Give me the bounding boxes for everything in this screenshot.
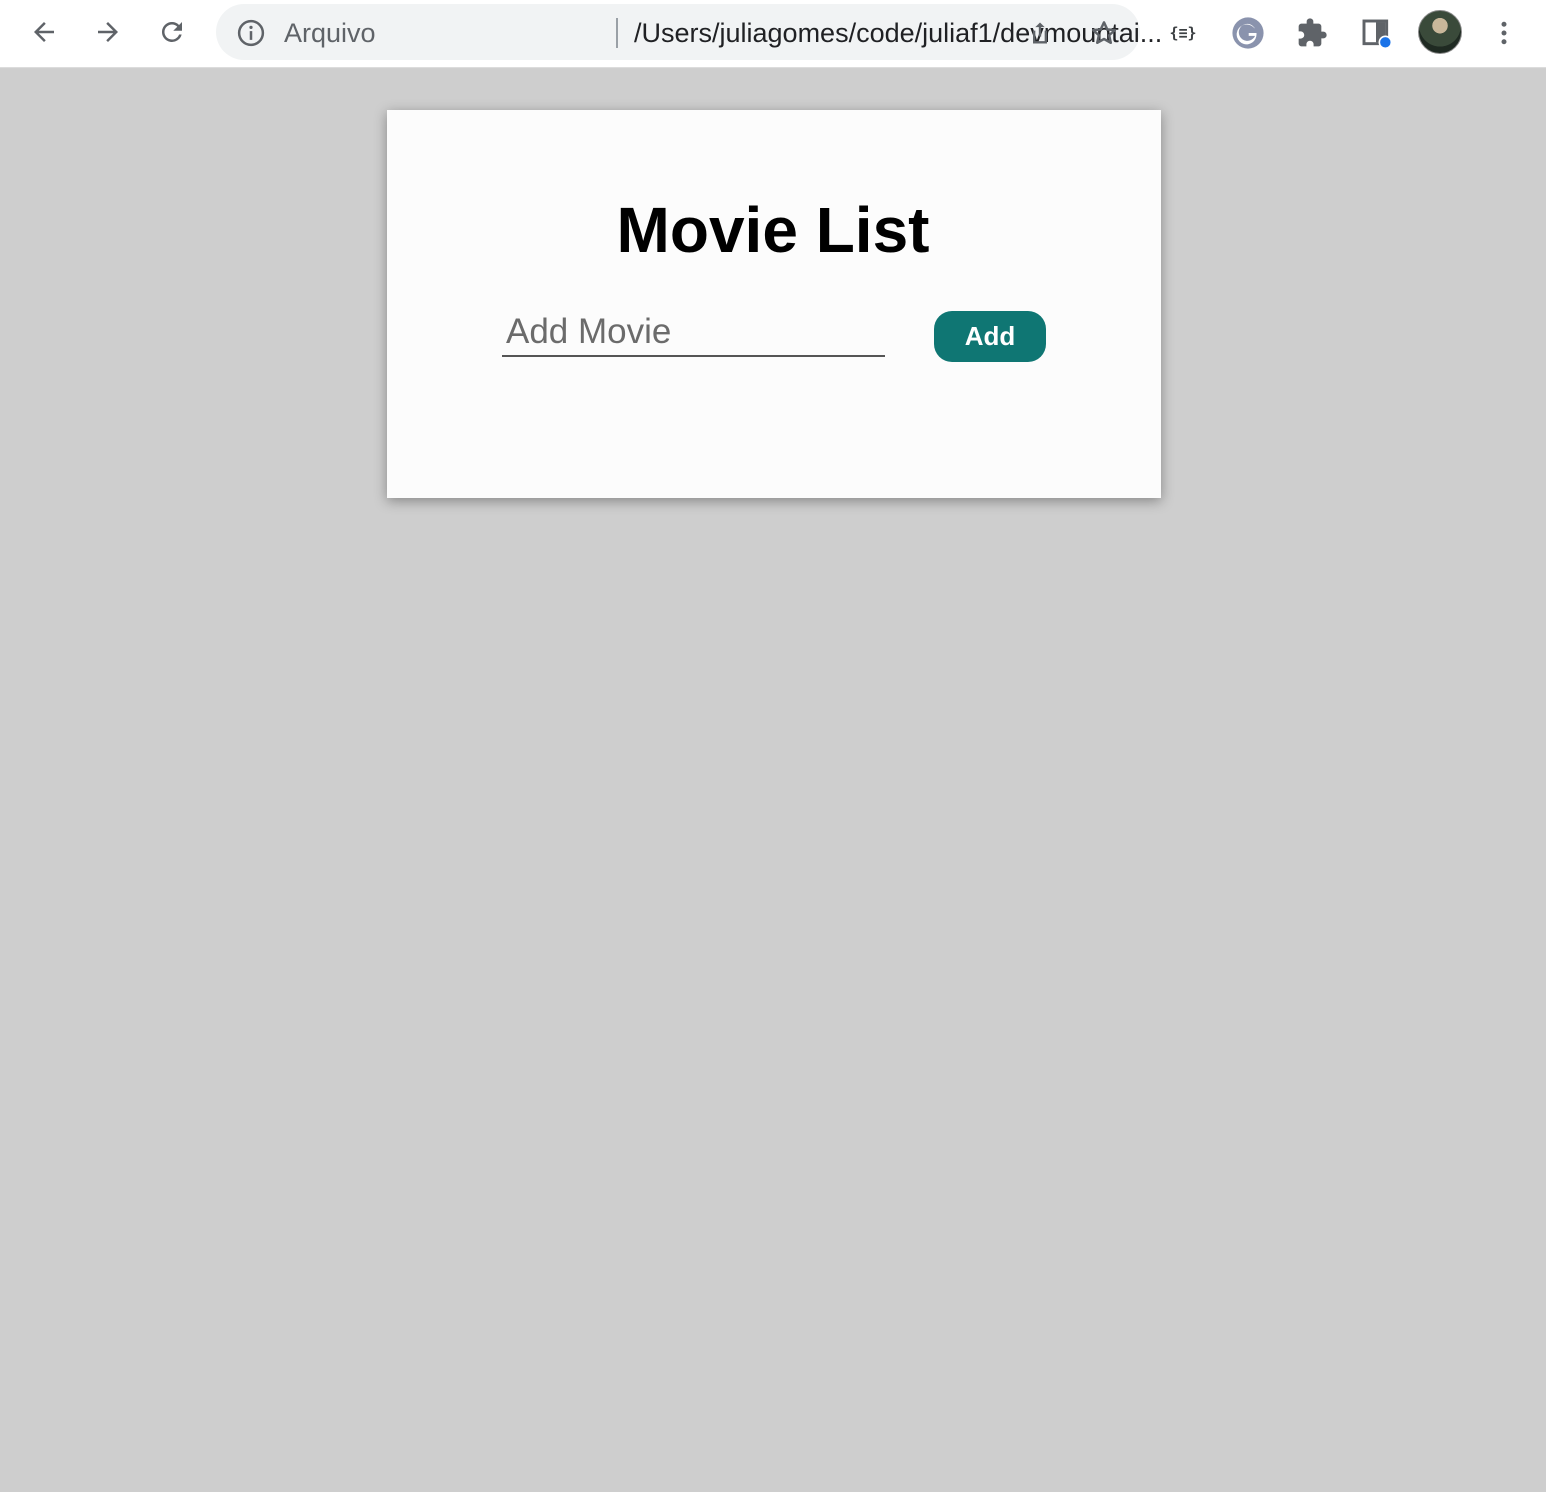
add-button[interactable]: Add	[934, 311, 1046, 362]
reload-button[interactable]	[152, 12, 192, 52]
info-icon[interactable]	[236, 18, 266, 48]
browser-toolbar: Arquivo /Users/juliagomes/code/juliaf1/d…	[0, 0, 1546, 68]
page-title: Movie List	[616, 194, 930, 266]
json-formatter-extension[interactable]: {≡}	[1165, 15, 1201, 51]
kebab-menu-icon	[1501, 21, 1507, 45]
sidepanel-icon	[1362, 19, 1392, 49]
address-bar[interactable]: Arquivo /Users/juliagomes/code/juliaf1/d…	[216, 4, 1162, 60]
extensions-button[interactable]	[1294, 15, 1330, 51]
star-icon	[1091, 21, 1117, 44]
forward-arrow-icon	[98, 22, 118, 42]
movie-list-card	[387, 110, 1161, 498]
share-button[interactable]	[1024, 17, 1056, 49]
profile-avatar[interactable]	[1418, 10, 1462, 54]
json-formatter-icon: {≡}	[1169, 24, 1197, 42]
browser-menu-button[interactable]	[1486, 15, 1522, 51]
grammarly-icon	[1232, 17, 1264, 49]
side-panel-button[interactable]	[1358, 15, 1394, 51]
back-arrow-icon	[34, 22, 54, 42]
forward-button[interactable]	[88, 12, 128, 52]
reload-icon	[161, 21, 182, 42]
puzzle-icon	[1298, 18, 1327, 47]
share-icon	[1033, 22, 1047, 44]
bookmark-button[interactable]	[1088, 17, 1120, 49]
address-scheme-label: Arquivo	[284, 18, 376, 48]
add-movie-input[interactable]	[502, 308, 885, 357]
address-url[interactable]: /Users/juliagomes/code/juliaf1/devmounta…	[634, 17, 1219, 49]
back-button[interactable]	[24, 12, 64, 52]
address-separator	[616, 18, 618, 48]
grammarly-extension[interactable]	[1230, 15, 1266, 51]
